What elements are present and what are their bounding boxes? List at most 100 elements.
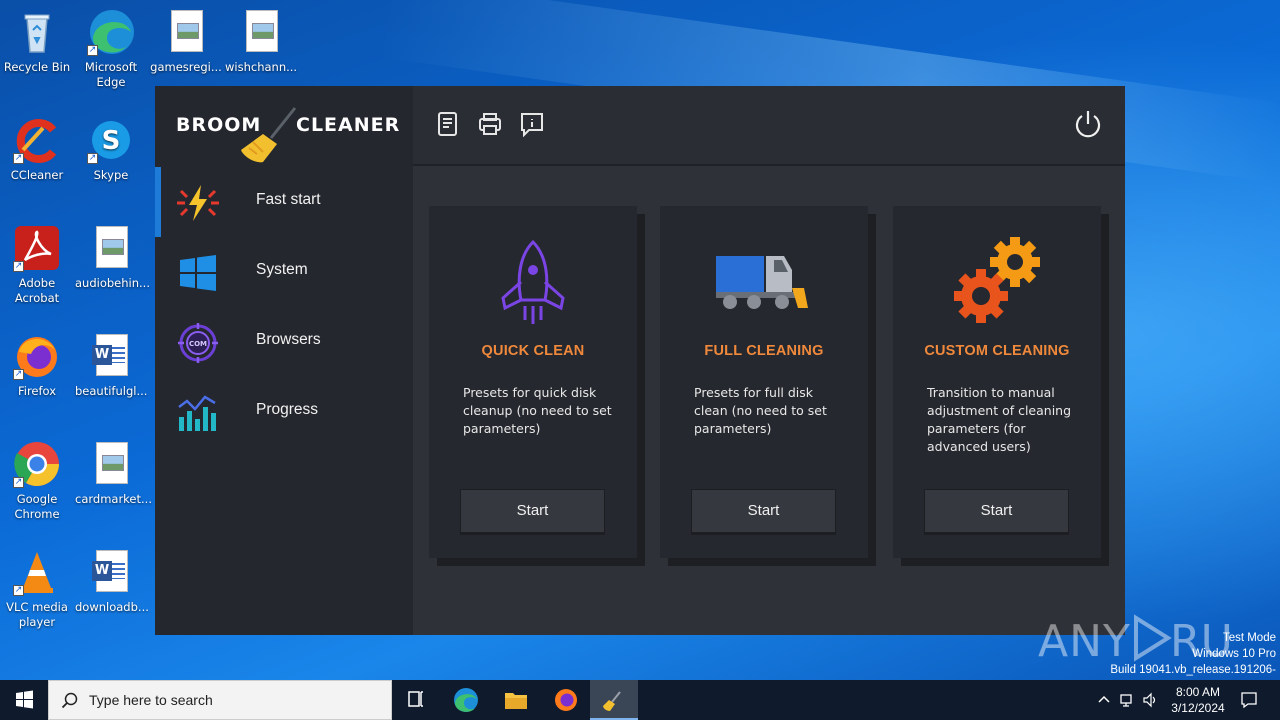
desktop-icon-ccleaner[interactable]: ↗ CCleaner bbox=[1, 116, 73, 183]
image-file-icon bbox=[162, 8, 210, 56]
quick-clean-start-button[interactable]: Start bbox=[460, 489, 605, 533]
shortcut-arrow-icon: ↗ bbox=[87, 45, 98, 56]
sidebar-item-label: System bbox=[256, 261, 308, 278]
desktop-icon-label: wishchann... bbox=[225, 60, 298, 74]
desktop-icon-label: VLC media player bbox=[6, 600, 68, 629]
firefox-icon: ↗ bbox=[13, 332, 61, 380]
browser-target-icon: COM bbox=[178, 323, 218, 363]
sidebar: BROOM CLEANER Fast start System COM Brow… bbox=[155, 86, 413, 635]
custom-cleaning-start-button[interactable]: Start bbox=[924, 489, 1069, 533]
network-icon[interactable] bbox=[1119, 692, 1135, 708]
recycle-bin-icon bbox=[13, 8, 61, 56]
desktop-icon-adobe-acrobat[interactable]: ↗ Adobe Acrobat bbox=[1, 224, 73, 306]
watermark-line: Test Mode bbox=[1222, 632, 1276, 644]
desktop-icon-microsoft-edge[interactable]: ↗ Microsoft Edge bbox=[75, 8, 147, 90]
shortcut-arrow-icon: ↗ bbox=[87, 153, 98, 164]
shortcut-arrow-icon: ↗ bbox=[13, 477, 24, 488]
desktop-icon-beautifulgl[interactable]: W beautifulgl... bbox=[75, 332, 147, 399]
desktop-icon-gamesregi[interactable]: gamesregi... bbox=[150, 8, 222, 75]
desktop-icon-downloadb[interactable]: W downloadb... bbox=[75, 548, 149, 615]
desktop-icon-recycle-bin[interactable]: Recycle Bin bbox=[1, 8, 73, 75]
desktop-icon-skype[interactable]: S ↗ Skype bbox=[75, 116, 147, 183]
lightning-icon bbox=[177, 185, 219, 221]
active-indicator bbox=[155, 167, 161, 237]
street-sweeper-icon bbox=[716, 256, 808, 309]
word-document-icon: W bbox=[87, 332, 135, 380]
card-description: Transition to manual adjustment of clean… bbox=[927, 385, 1072, 454]
chevron-up-icon[interactable] bbox=[1096, 692, 1112, 708]
image-file-icon bbox=[87, 440, 135, 488]
app-logo: BROOM CLEANER bbox=[155, 86, 413, 166]
quick-clean-card: QUICK CLEAN Presets for quick disk clean… bbox=[429, 206, 637, 558]
desktop-icon-label: Microsoft Edge bbox=[84, 60, 138, 89]
image-file-icon bbox=[87, 224, 135, 272]
task-view-icon[interactable] bbox=[392, 680, 440, 720]
full-cleaning-start-button[interactable]: Start bbox=[691, 489, 836, 533]
sidebar-item-label: Progress bbox=[256, 401, 319, 418]
svg-text:COM: COM bbox=[189, 340, 207, 348]
broom-icon bbox=[603, 691, 621, 711]
search-placeholder: Type here to search bbox=[89, 692, 213, 708]
desktop-icon-label: cardmarket... bbox=[75, 492, 152, 506]
report-icon[interactable] bbox=[435, 111, 461, 137]
sidebar-item-label: Fast start bbox=[256, 191, 321, 208]
skype-icon: S ↗ bbox=[87, 116, 135, 164]
taskbar: Type here to search 8:00 AM 3/12/2024 bbox=[0, 680, 1280, 720]
svg-text:S: S bbox=[102, 126, 121, 156]
image-file-icon bbox=[237, 8, 285, 56]
custom-cleaning-card: CUSTOM CLEANING Transition to manual adj… bbox=[893, 206, 1101, 558]
search-icon bbox=[61, 692, 78, 709]
file-explorer-icon[interactable] bbox=[492, 680, 540, 720]
sidebar-item-progress[interactable]: Progress bbox=[155, 377, 413, 447]
shortcut-arrow-icon: ↗ bbox=[13, 369, 24, 380]
desktop-icon-label: Skype bbox=[93, 168, 129, 182]
rocket-icon bbox=[501, 239, 565, 324]
printer-icon[interactable] bbox=[477, 111, 503, 137]
windows-icon bbox=[180, 255, 216, 291]
notifications-icon[interactable] bbox=[1240, 691, 1258, 709]
firefox-taskbar-icon[interactable] bbox=[542, 680, 590, 720]
desktop-icon-firefox[interactable]: ↗ Firefox bbox=[1, 332, 73, 399]
acrobat-icon: ↗ bbox=[13, 224, 61, 272]
taskbar-search-box[interactable]: Type here to search bbox=[48, 680, 392, 720]
broom-cleaner-taskbar-button[interactable] bbox=[590, 680, 638, 720]
desktop-icon-label: Recycle Bin bbox=[3, 60, 71, 74]
shortcut-arrow-icon: ↗ bbox=[13, 153, 24, 164]
desktop-icon-label: audiobehin... bbox=[75, 276, 150, 290]
clock-date: 3/12/2024 bbox=[1171, 701, 1225, 715]
volume-icon[interactable] bbox=[1142, 692, 1158, 708]
card-description: Presets for quick disk cleanup (no need … bbox=[463, 385, 612, 436]
taskbar-clock[interactable]: 8:00 AM 3/12/2024 bbox=[1160, 684, 1236, 716]
broom-icon bbox=[241, 107, 297, 163]
logo-word-cleaner: CLEANER bbox=[296, 114, 401, 136]
desktop-icon-wishchann[interactable]: wishchann... bbox=[225, 8, 297, 75]
desktop-icon-label: CCleaner bbox=[10, 168, 64, 182]
start-button[interactable] bbox=[0, 680, 48, 720]
shortcut-arrow-icon: ↗ bbox=[13, 261, 24, 272]
desktop-icon-label: gamesregi... bbox=[150, 60, 222, 74]
sidebar-item-system[interactable]: System bbox=[155, 237, 413, 307]
card-description: Presets for full disk clean (no need to … bbox=[694, 385, 827, 436]
card-title: FULL CLEANING bbox=[704, 343, 824, 359]
vlc-icon: ↗ bbox=[13, 548, 61, 596]
desktop-icon-vlc[interactable]: ↗ VLC media player bbox=[1, 548, 73, 630]
edge-icon: ↗ bbox=[87, 8, 135, 56]
watermark-line: Windows 10 Pro bbox=[1192, 648, 1276, 660]
desktop-icon-label: beautifulgl... bbox=[75, 384, 148, 398]
chrome-icon: ↗ bbox=[13, 440, 61, 488]
desktop-icon-cardmarket[interactable]: cardmarket... bbox=[75, 440, 152, 507]
edge-taskbar-icon[interactable] bbox=[442, 680, 490, 720]
desktop-icon-audiobehin[interactable]: audiobehin... bbox=[75, 224, 150, 291]
desktop-icon-google-chrome[interactable]: ↗ Google Chrome bbox=[1, 440, 73, 522]
power-icon[interactable] bbox=[1073, 109, 1103, 139]
sidebar-item-fast-start[interactable]: Fast start bbox=[155, 167, 413, 237]
desktop-icon-label: Adobe Acrobat bbox=[14, 276, 60, 305]
desktop-icon-label: downloadb... bbox=[75, 600, 149, 614]
card-title: CUSTOM CLEANING bbox=[924, 343, 1070, 359]
sidebar-item-label: Browsers bbox=[256, 331, 321, 348]
app-header-bar bbox=[413, 86, 1125, 166]
info-icon[interactable] bbox=[519, 111, 545, 137]
ccleaner-icon: ↗ bbox=[13, 116, 61, 164]
sidebar-item-browsers[interactable]: COM Browsers bbox=[155, 307, 413, 377]
desktop-icon-label: Google Chrome bbox=[14, 492, 60, 521]
